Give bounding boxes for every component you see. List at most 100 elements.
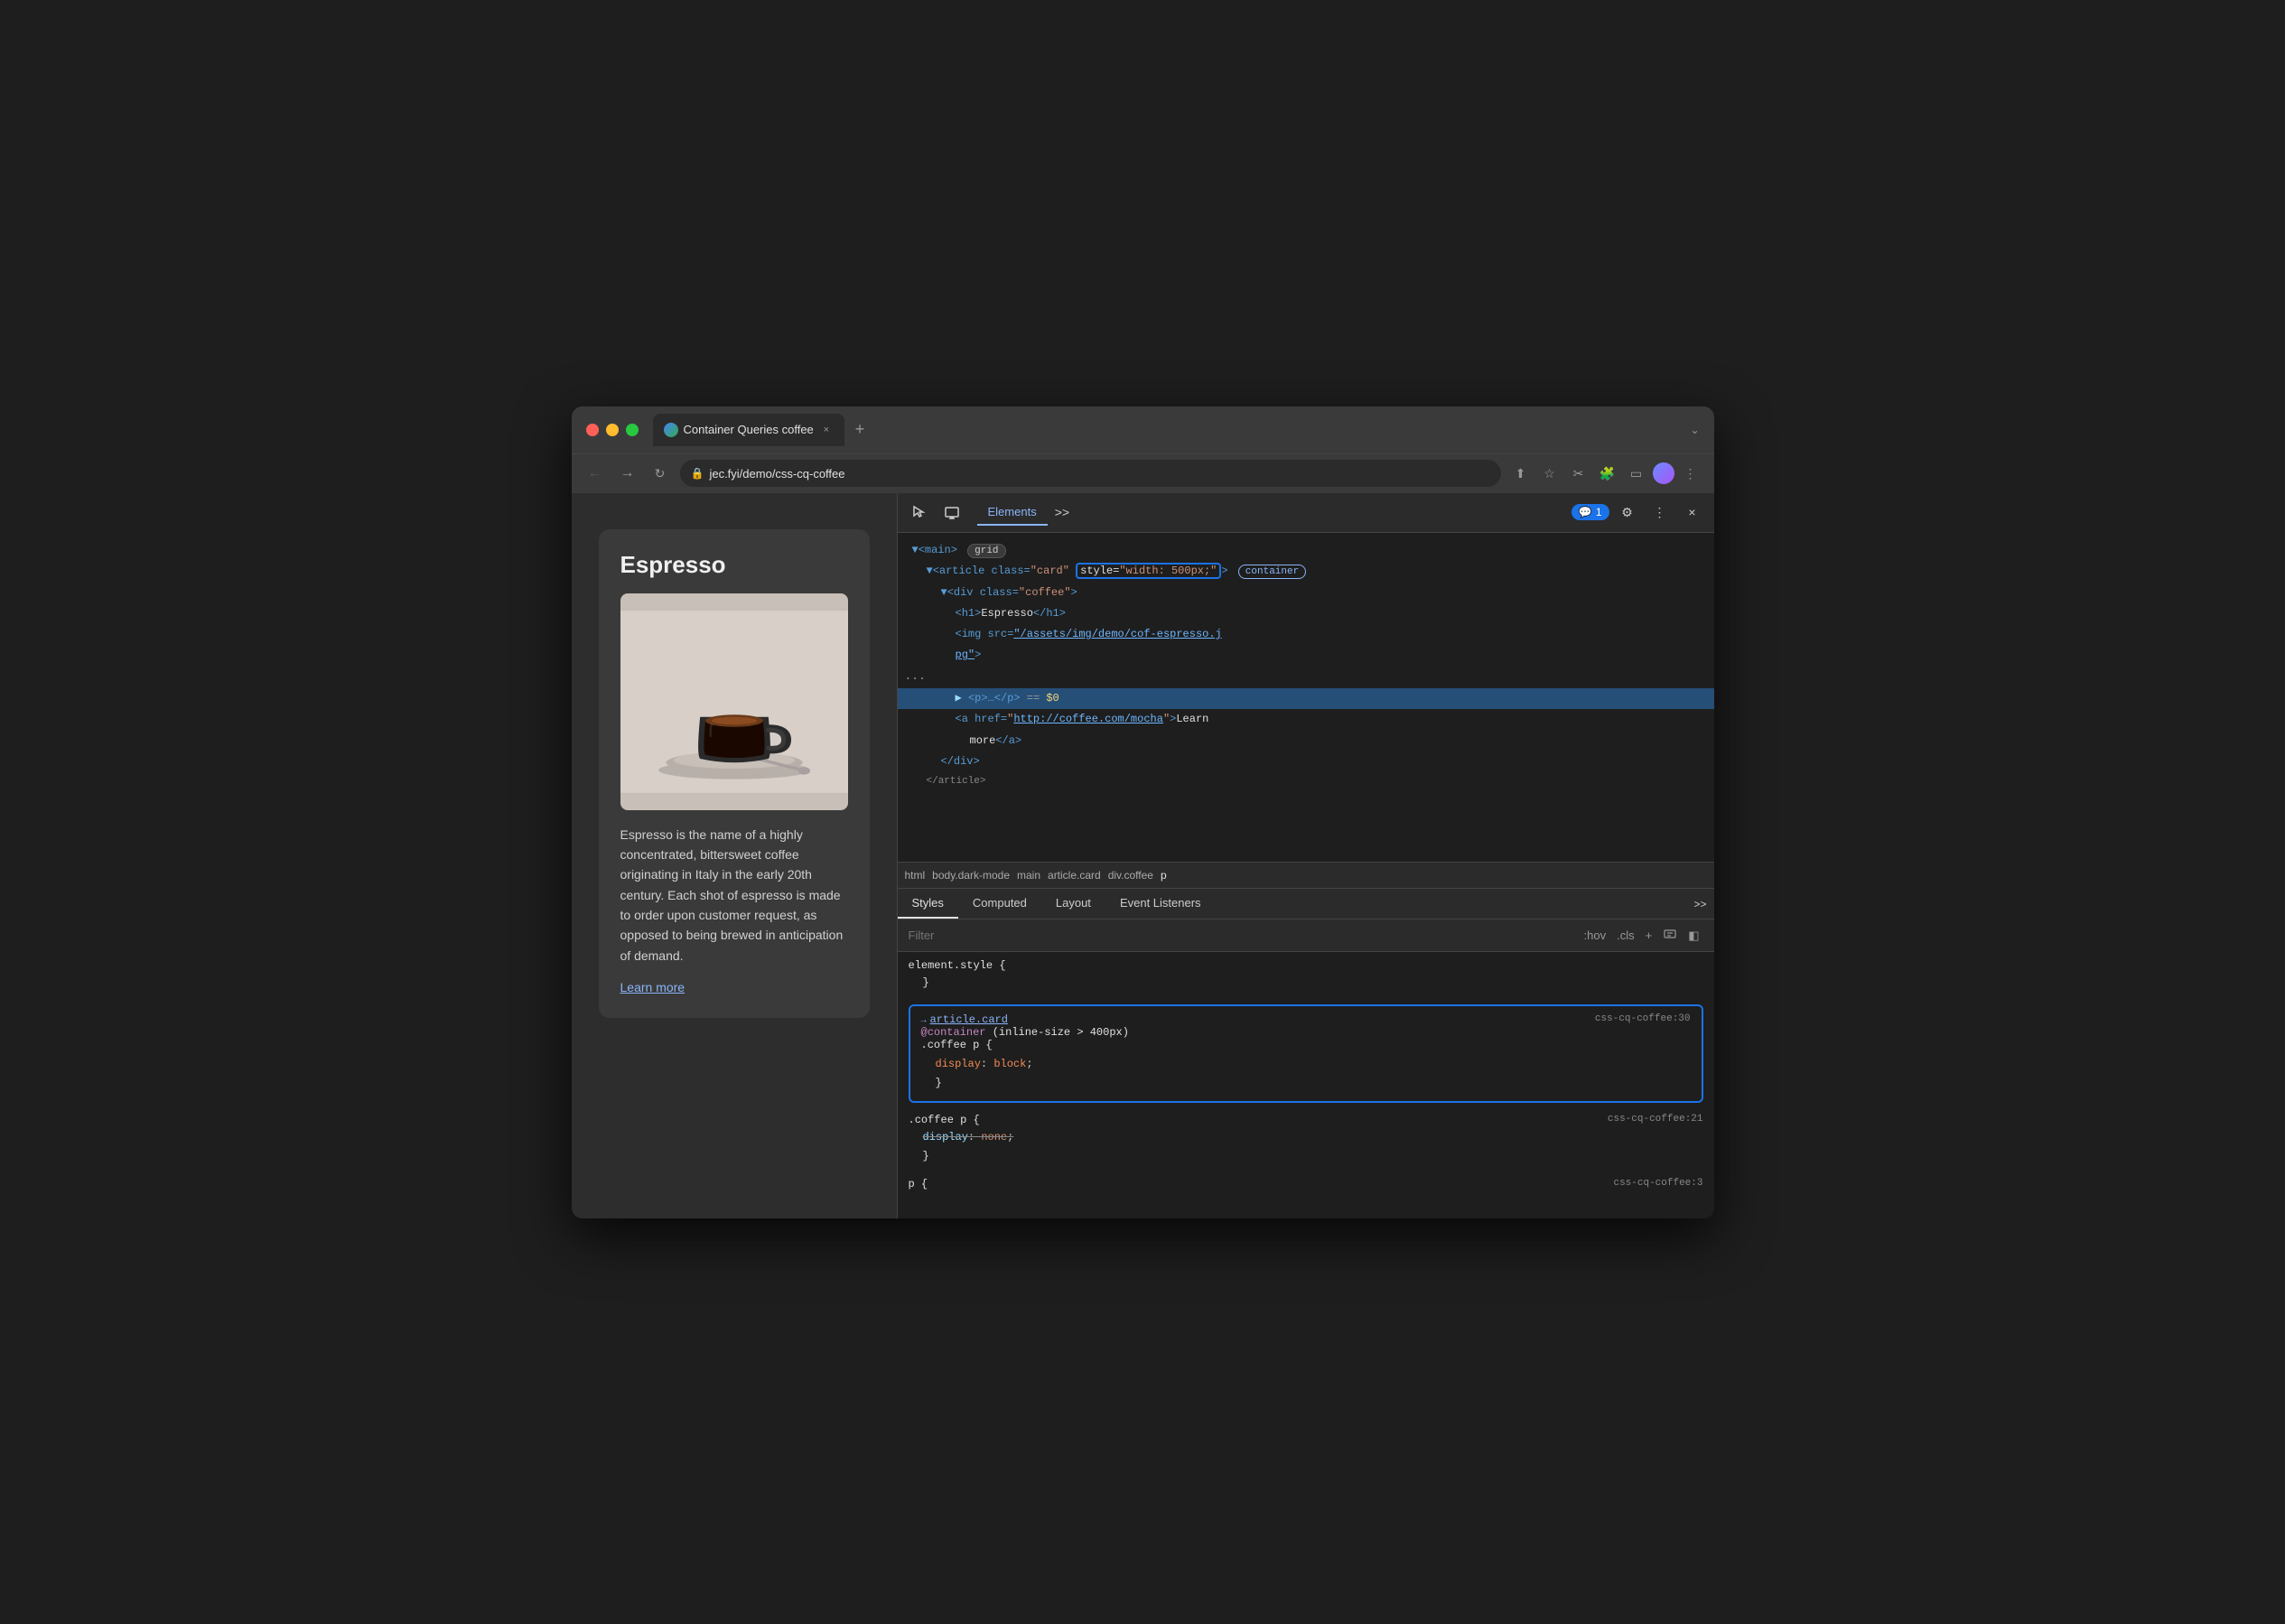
style-rule-p: p { css-cq-coffee:3 — [909, 1178, 1703, 1190]
container-coffee-p-selector: .coffee p { — [921, 1039, 993, 1051]
coffee-p-selector: .coffee p { — [909, 1114, 980, 1126]
tab-elements[interactable]: Elements — [977, 499, 1048, 526]
devtools-toolbar: Elements >> 💬 1 ⚙ ⋮ × — [898, 493, 1714, 533]
breadcrumb-p[interactable]: p — [1161, 869, 1167, 882]
toggle-panel-icon[interactable]: ◧ — [1684, 927, 1702, 945]
puzzle-icon[interactable]: 🧩 — [1595, 461, 1620, 486]
filter-input[interactable] — [909, 929, 1573, 942]
dom-line-h1[interactable]: <h1>Espresso</h1> — [898, 603, 1714, 624]
dom-line-close-article[interactable]: </article> — [898, 772, 1714, 792]
breadcrumb-body[interactable]: body.dark-mode — [932, 869, 1010, 882]
grid-badge: grid — [967, 544, 1005, 558]
minimize-traffic-light[interactable] — [606, 424, 619, 436]
dom-line-div-coffee[interactable]: ▼<div class="coffee"> — [898, 583, 1714, 603]
device-toolbar-icon[interactable] — [937, 498, 966, 527]
lock-icon: 🔒 — [691, 467, 704, 480]
extension-icon[interactable]: ✂ — [1566, 461, 1591, 486]
styles-content: element.style { } →article.card @contain… — [898, 952, 1714, 1218]
toolbar-actions: ⬆ ☆ ✂ 🧩 ▭ ⋮ — [1508, 461, 1703, 486]
container-rule-source[interactable]: css-cq-coffee:30 — [1595, 1013, 1691, 1051]
devtools-panel: Elements >> 💬 1 ⚙ ⋮ × — [897, 493, 1714, 1218]
dom-line-article[interactable]: ▼<article class="card" style="width: 500… — [898, 561, 1714, 583]
url-text: jec.fyi/demo/css-cq-coffee — [709, 467, 844, 481]
fullscreen-traffic-light[interactable] — [626, 424, 639, 436]
dt-more-tabs[interactable]: >> — [1048, 501, 1077, 523]
url-bar[interactable]: 🔒 jec.fyi/demo/css-cq-coffee — [680, 460, 1501, 487]
close-traffic-light[interactable] — [586, 424, 599, 436]
container-query-rule: →article.card @container (inline-size > … — [909, 1004, 1703, 1103]
dom-line-img1[interactable]: <img src="/assets/img/demo/cof-espresso.… — [898, 624, 1714, 645]
dom-content: ▼<main> grid ▼<article class="card" styl… — [898, 533, 1714, 863]
address-bar: ← → ↻ 🔒 jec.fyi/demo/css-cq-coffee ⬆ ☆ ✂… — [572, 453, 1714, 493]
styles-tab-layout[interactable]: Layout — [1041, 889, 1105, 919]
traffic-lights — [586, 424, 639, 436]
screen-icon[interactable]: ▭ — [1624, 461, 1649, 486]
dt-toolbar-right: 💬 1 ⚙ ⋮ × — [1572, 498, 1707, 527]
title-bar: Container Queries coffee × + ⌄ — [572, 406, 1714, 453]
console-badge[interactable]: 💬 1 — [1572, 504, 1609, 520]
dom-line-close-div[interactable]: </div> — [898, 751, 1714, 772]
styles-tab-event-listeners[interactable]: Event Listeners — [1105, 889, 1216, 919]
breadcrumb-html[interactable]: html — [905, 869, 926, 882]
dom-line-p-selected[interactable]: ▶ <p>…</p> == $0 — [898, 688, 1714, 709]
breadcrumb-div[interactable]: div.coffee — [1108, 869, 1153, 882]
style-rule-element: element.style { } — [909, 959, 1703, 994]
share-icon[interactable]: ⬆ — [1508, 461, 1534, 486]
browser-tab[interactable]: Container Queries coffee × — [653, 414, 844, 446]
styles-tab-more[interactable]: >> — [1686, 891, 1713, 918]
style-rule-element-close: } — [909, 974, 1703, 994]
container-display-property: display: block; — [921, 1055, 1691, 1075]
more-menu-icon[interactable]: ⋮ — [1678, 461, 1703, 486]
back-button[interactable]: ← — [583, 461, 608, 486]
tab-chevron-icon[interactable]: ⌄ — [1690, 424, 1699, 436]
tab-title: Container Queries coffee — [684, 423, 814, 436]
dom-line-a1[interactable]: <a href="http://coffee.com/mocha">Learn — [898, 709, 1714, 730]
coffee-card: Espresso — [599, 529, 870, 1019]
tab-favicon — [664, 423, 678, 437]
devtools-tabs: Elements >> — [970, 499, 1568, 526]
dom-line-ellipsis: ... — [898, 666, 1714, 688]
container-rule-close: } — [921, 1074, 1691, 1094]
bookmark-icon[interactable]: ☆ — [1537, 461, 1562, 486]
styles-filter-bar: :hov .cls + ◧ — [898, 919, 1714, 952]
container-rule-selectors: →article.card @container (inline-size > … — [921, 1013, 1129, 1051]
dom-line-a2[interactable]: more</a> — [898, 731, 1714, 751]
new-property-icon[interactable] — [1659, 925, 1681, 946]
container-badge: container — [1238, 565, 1306, 579]
refresh-button[interactable]: ↻ — [648, 461, 673, 486]
styles-tabs: Styles Computed Layout Event Listeners >… — [898, 889, 1714, 919]
close-devtools-button[interactable]: × — [1678, 498, 1707, 527]
p-selector: p { — [909, 1178, 928, 1190]
breadcrumb-article[interactable]: article.card — [1048, 869, 1101, 882]
coffee-p-source[interactable]: css-cq-coffee:21 — [1608, 1114, 1703, 1125]
coffee-description: Espresso is the name of a highly concent… — [620, 825, 848, 966]
article-card-link[interactable]: article.card — [930, 1013, 1008, 1026]
settings-icon[interactable]: ⚙ — [1613, 498, 1642, 527]
styles-tab-styles[interactable]: Styles — [898, 889, 958, 919]
coffee-p-rule-close: } — [909, 1147, 1703, 1167]
coffee-image — [620, 593, 848, 810]
display-none-property: display: none; — [909, 1128, 1703, 1148]
more-options-icon[interactable]: ⋮ — [1646, 498, 1674, 527]
dom-line-img2[interactable]: pg"> — [898, 645, 1714, 666]
user-avatar[interactable] — [1653, 462, 1674, 484]
forward-button[interactable]: → — [615, 461, 640, 486]
browser-window: Container Queries coffee × + ⌄ ← → ↻ 🔒 j… — [572, 406, 1714, 1218]
new-tab-button[interactable]: + — [848, 416, 872, 443]
cls-filter-button[interactable]: .cls — [1613, 927, 1638, 944]
learn-more-link[interactable]: Learn more — [620, 980, 686, 994]
main-area: Espresso — [572, 493, 1714, 1218]
styles-tab-computed[interactable]: Computed — [958, 889, 1041, 919]
style-rule-element-header: element.style { — [909, 959, 1703, 972]
hov-filter-button[interactable]: :hov — [1581, 927, 1610, 944]
filter-actions: :hov .cls + ◧ — [1581, 925, 1703, 946]
tab-close-button[interactable]: × — [819, 423, 834, 437]
inspect-element-icon[interactable] — [905, 498, 934, 527]
breadcrumb-bar: html body.dark-mode main article.card di… — [898, 862, 1714, 889]
dom-line-main[interactable]: ▼<main> grid — [898, 540, 1714, 562]
page-content: Espresso — [572, 493, 897, 1218]
tab-area: Container Queries coffee × + — [653, 414, 1683, 446]
p-source[interactable]: css-cq-coffee:3 — [1613, 1178, 1702, 1189]
breadcrumb-main[interactable]: main — [1017, 869, 1040, 882]
add-style-rule-icon[interactable]: + — [1642, 927, 1656, 944]
